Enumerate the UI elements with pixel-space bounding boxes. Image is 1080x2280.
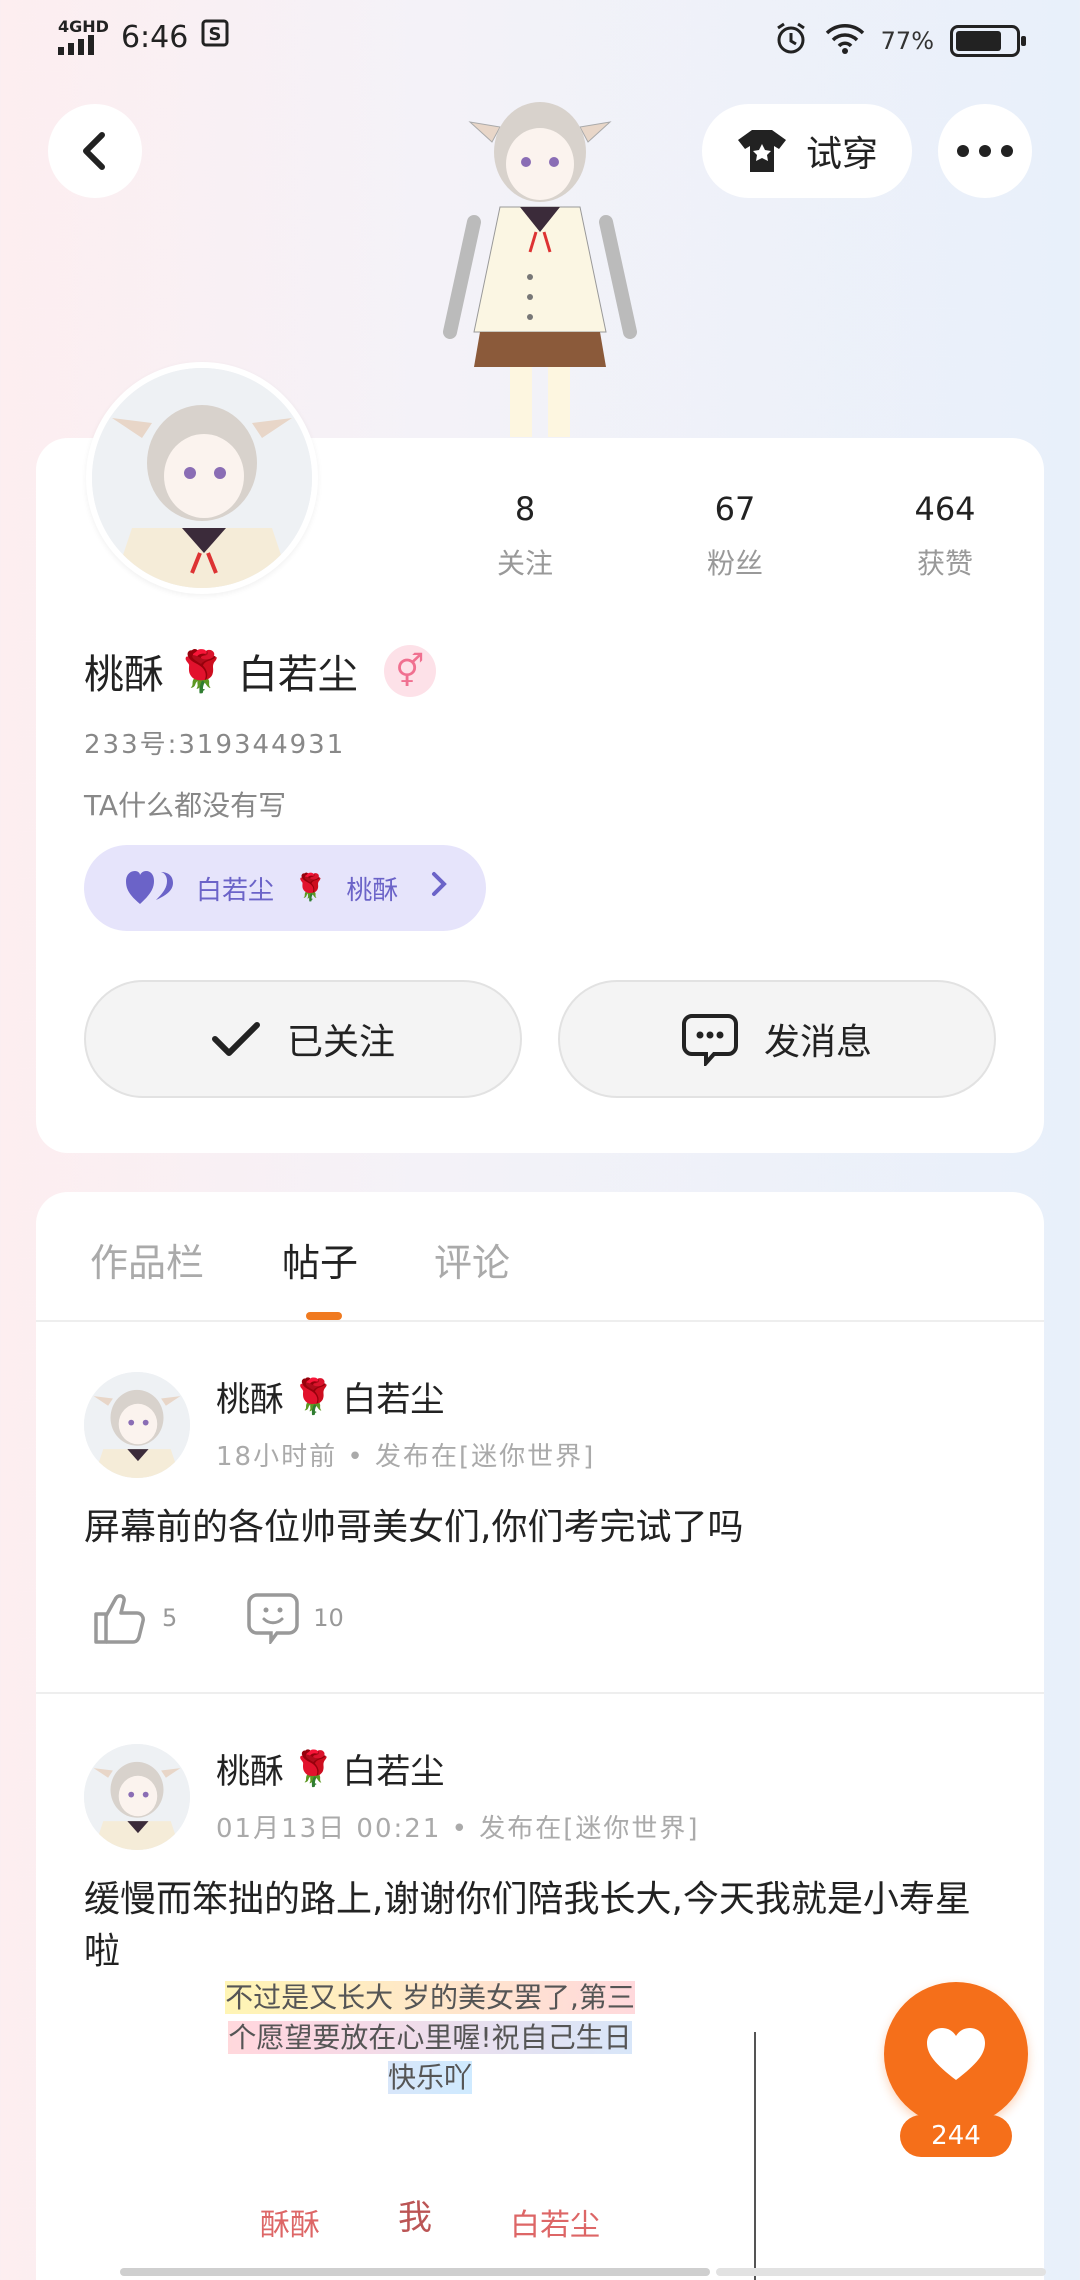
like-fab[interactable] <box>884 1982 1028 2126</box>
gender-badge: ⚥ <box>383 645 436 697</box>
couple-link[interactable]: 白若尘 🌹 桃酥 <box>84 845 486 931</box>
comment-action[interactable]: 10 <box>247 1592 344 1644</box>
stat-label: 粉丝 <box>706 547 763 580</box>
image-label-center: 我 <box>398 2198 432 2238</box>
tab-active-indicator <box>306 1312 342 1320</box>
battery-percent: 77% <box>880 27 934 55</box>
profile-stats: 8 关注 67 粉丝 464 获赞 <box>450 490 1020 582</box>
double-heart-icon <box>126 871 173 904</box>
post-image[interactable]: 不过是又长大 岁的美女罢了,第三个愿望要放在心里喔!祝自己生日快乐吖 酥酥 我 … <box>180 1968 740 2280</box>
post-meta: 18小时前 • 发布在[迷你世界] <box>216 1442 596 1472</box>
battery-fill <box>956 31 1001 51</box>
chat-bubble-icon <box>681 1014 738 1066</box>
message-button[interactable]: 发消息 <box>558 980 996 1098</box>
svg-text:S: S <box>209 24 222 45</box>
rose-emoji: 🌹 <box>176 648 226 695</box>
check-icon <box>211 1022 260 1056</box>
avatar[interactable] <box>86 362 318 594</box>
status-right: 77% <box>773 20 1026 62</box>
female-icon: ⚥ <box>395 652 425 690</box>
name-left: 桃酥 <box>84 652 164 698</box>
clock: 6:46 <box>120 19 189 55</box>
tab-posts[interactable]: 帖子 <box>282 1232 358 1287</box>
post-author[interactable]: 桃酥 🌹 白若尘 <box>216 1744 444 1793</box>
couple-rose-emoji: 🌹 <box>294 873 327 903</box>
tab-works[interactable]: 作品栏 <box>90 1232 204 1287</box>
like-fab-count: 244 <box>900 2115 1012 2157</box>
post-avatar[interactable] <box>84 1744 190 1850</box>
name-right: 白若尘 <box>237 652 358 698</box>
author-rose-emoji: 🌹 <box>292 1376 335 1417</box>
post-actions: 5 10 <box>92 1592 414 1644</box>
more-button[interactable] <box>938 104 1032 198</box>
battery-icon <box>950 25 1026 57</box>
follow-label: 已关注 <box>286 1022 395 1063</box>
message-label: 发消息 <box>763 1022 872 1063</box>
post-avatar[interactable] <box>84 1372 190 1478</box>
tshirt-icon <box>737 130 786 172</box>
author-name-left: 桃酥 <box>216 1752 284 1792</box>
author-name-right: 白若尘 <box>342 1380 445 1420</box>
post-meta: 01月13日 00:21 • 发布在[迷你世界] <box>216 1814 700 1844</box>
post-text[interactable]: 屏幕前的各位帅哥美女们,你们考完试了吗 <box>84 1502 994 1554</box>
avatar-image <box>92 368 312 588</box>
follow-button[interactable]: 已关注 <box>84 980 522 1098</box>
author-rose-emoji: 🌹 <box>292 1748 335 1789</box>
post-divider <box>36 1692 1044 1694</box>
try-on-label: 试穿 <box>805 134 878 175</box>
like-action[interactable]: 5 <box>92 1592 177 1644</box>
heart-icon <box>927 2028 985 2080</box>
more-dots-icon <box>957 145 1013 157</box>
character-figure <box>443 102 637 437</box>
image-caption: 不过是又长大 岁的美女罢了,第三个愿望要放在心里喔!祝自己生日快乐吖 <box>220 1978 640 2098</box>
image-caption-text: 不过是又长大 岁的美女罢了,第三个愿望要放在心里喔!祝自己生日快乐吖 <box>225 1981 635 2094</box>
couple-name-left: 白若尘 <box>196 875 275 906</box>
post-author[interactable]: 桃酥 🌹 白若尘 <box>216 1372 444 1421</box>
stat-label: 关注 <box>496 547 553 580</box>
chevron-right-icon <box>430 870 448 906</box>
stat-value: 67 <box>714 490 756 528</box>
profile-name: 桃酥 🌹 白若尘 ⚥ <box>84 642 436 700</box>
alarm-icon <box>773 20 809 62</box>
stat-likes[interactable]: 464 获赞 <box>870 490 1020 582</box>
stat-value: 464 <box>914 490 976 528</box>
stat-followers[interactable]: 67 粉丝 <box>660 490 810 582</box>
status-bar: 4GHD 6:46 S 77% <box>0 0 1080 80</box>
stat-label: 获赞 <box>916 547 973 580</box>
image-label-right: 白若尘 <box>510 2208 600 2243</box>
post-text[interactable]: 缓慢而笨拙的路上,谢谢你们陪我长大,今天我就是小寿星啦 <box>84 1874 994 1978</box>
tab-bar: 作品栏 帖子 评论 <box>36 1192 1044 1322</box>
comment-count: 10 <box>313 1604 344 1632</box>
author-name-right: 白若尘 <box>342 1752 445 1792</box>
tab-comments[interactable]: 评论 <box>434 1232 510 1287</box>
wifi-icon <box>825 21 865 61</box>
like-count: 5 <box>162 1604 178 1632</box>
notification-icon: S <box>200 18 230 56</box>
couple-name-right: 桃酥 <box>346 875 399 906</box>
image-label-left: 酥酥 <box>260 2208 320 2243</box>
try-on-button[interactable]: 试穿 <box>702 104 912 198</box>
stat-value: 8 <box>514 490 536 528</box>
thumbs-up-icon <box>94 1594 145 1644</box>
chevron-left-icon <box>83 132 105 170</box>
status-left: 4GHD 6:46 S <box>58 18 230 56</box>
comment-icon <box>247 1593 300 1644</box>
user-id: 233号:319344931 <box>84 730 346 760</box>
back-button[interactable] <box>48 104 142 198</box>
image-divider <box>754 2032 756 2280</box>
network-type: 4GHD <box>58 17 109 36</box>
author-name-left: 桃酥 <box>216 1380 284 1420</box>
signal-icon: 4GHD <box>58 19 109 55</box>
scroll-indicator-secondary <box>716 2268 1046 2276</box>
user-bio: TA什么都没有写 <box>84 789 287 822</box>
stat-following[interactable]: 8 关注 <box>450 490 600 582</box>
scroll-indicator <box>120 2268 710 2276</box>
